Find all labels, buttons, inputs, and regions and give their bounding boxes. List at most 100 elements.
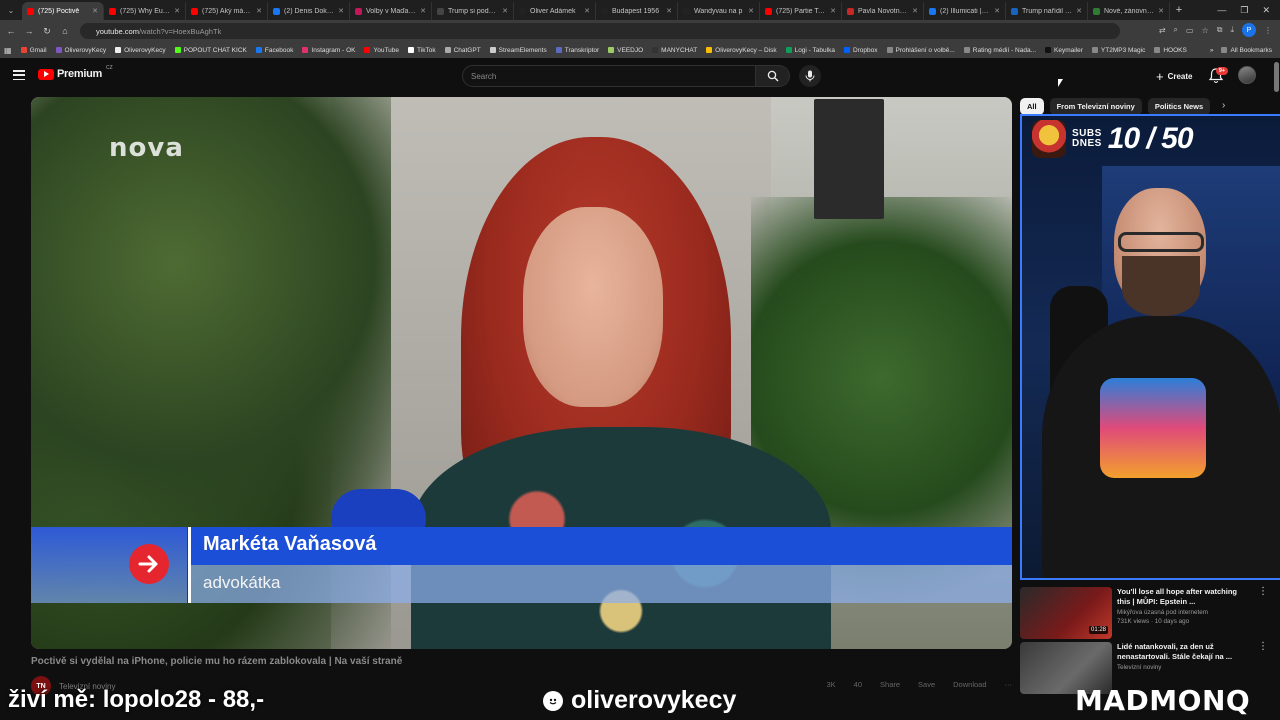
recommendation-title[interactable]: Lidé natankovali, za den už nenastartova… [1117,642,1249,662]
tab-close-icon[interactable]: ✕ [338,7,344,15]
url-field[interactable]: youtube.com/watch?v=HoexBuAghTk [80,23,1120,39]
all-bookmarks-button[interactable]: All Bookmarks [1221,47,1272,54]
bookmark-item[interactable]: MANYCHAT [652,47,697,54]
bookmark-favicon-icon [963,47,970,53]
tab-title: Trump si podpor [448,7,499,15]
bookmark-item[interactable]: OliverovyKecy [115,47,166,54]
create-button[interactable]: + Create [1147,65,1202,87]
tab-close-icon[interactable]: ✕ [830,7,836,15]
search-button[interactable] [756,65,790,87]
bookmark-item[interactable]: Transkriptor [555,47,599,54]
more-options-icon[interactable]: ⋮ [1258,587,1268,597]
bookmark-item[interactable]: Dropbox [843,47,878,54]
bookmark-item[interactable]: TikTok [408,47,436,54]
tab-close-icon[interactable]: ✕ [584,7,590,15]
mascot-icon [1032,120,1066,158]
bookmark-item[interactable]: HOOKS [1154,47,1187,54]
tab-close-icon[interactable]: ✕ [92,7,98,15]
bookmark-favicon-icon [255,47,262,53]
bookmark-item[interactable]: Gmail [20,47,47,54]
bookmark-item[interactable]: YT2MP3 Magic [1091,47,1145,54]
browser-menu-icon[interactable]: ⋮ [1264,26,1272,35]
address-bar-icons: ⇄ ⌕ ▭ ☆ ⧉ ⤓ P ⋮ [1159,23,1272,37]
cast-icon[interactable]: ▭ [1186,26,1194,35]
video-player[interactable]: nova Markéta Vaňasová advokátka [31,97,1012,649]
recommendation-title[interactable]: You'll lose all hope after watching this… [1117,587,1249,607]
tab-close-icon[interactable]: ✕ [1158,7,1164,15]
apps-grid-icon[interactable]: ▦ [4,46,12,55]
zoom-icon[interactable]: ⌕ [1174,25,1178,35]
bookmark-label: POPOUT CHAT KICK [183,46,247,54]
bookmark-label: VEEDJO [617,46,644,54]
browser-tab[interactable]: (725) Why Europe ✕ [104,2,186,20]
tab-close-icon[interactable]: ✕ [256,7,262,15]
bookmark-item[interactable]: YouTube [364,47,399,54]
bookmark-favicon-icon [302,47,309,53]
tab-search-icon[interactable]: ⌄ [0,0,22,20]
browser-tab[interactable]: (2) Denis Doksan ✕ [268,2,350,20]
bookmark-favicon-icon [706,47,713,53]
browser-tab[interactable]: (725) Partie Terez ✕ [760,2,842,20]
recommendation-channel[interactable]: Televizní noviny [1117,664,1161,671]
voice-search-button[interactable] [799,65,821,87]
chips-next-icon[interactable]: › [1222,100,1225,111]
page-scrollbar[interactable] [1274,62,1279,92]
filter-chip[interactable]: All [1020,98,1044,115]
recommendation-item[interactable]: 01:28 You'll lose all hope after watchin… [1020,587,1268,639]
bookmark-item[interactable]: Instagram - OK [302,47,355,54]
bookmark-item[interactable]: VEEDJO [608,47,643,54]
tab-close-icon[interactable]: ✕ [994,7,1000,15]
bookmark-item[interactable]: Prohlášení o volbě... [886,47,955,54]
tab-close-icon[interactable]: ✕ [748,7,754,15]
close-window-icon[interactable]: ✕ [1262,5,1270,16]
browser-tab[interactable]: Wandyvau na p ✕ [678,2,760,20]
browser-tab[interactable]: (725) Aký má ST ✕ [186,2,268,20]
bookmark-item[interactable]: OliverovyKecy [55,47,106,54]
recommendation-channel[interactable]: Mikýřova úzasná pod internetem [1117,609,1208,616]
browser-tab[interactable]: Nové, zánovní a ✕ [1088,2,1170,20]
filter-chip[interactable]: Politics News [1147,98,1211,115]
browser-tab[interactable]: Budapest 1956 ✕ [596,2,678,20]
browser-tab[interactable]: Oliver Adámek ✕ [514,2,596,20]
browser-tab[interactable]: Trump si podpor ✕ [432,2,514,20]
bookmark-item[interactable]: ChatGPT [444,47,481,54]
bookmark-item[interactable]: Rating médií - Nada... [963,47,1036,54]
reload-icon[interactable]: ↻ [38,26,56,37]
back-icon[interactable]: ← [2,26,20,36]
more-bookmarks-icon[interactable]: » [1210,47,1214,54]
tab-close-icon[interactable]: ✕ [912,7,918,15]
search-input[interactable]: Search [462,65,756,87]
browser-tab[interactable]: (725) Poctivě ✕ [22,2,104,20]
tab-close-icon[interactable]: ✕ [1076,7,1082,15]
browser-tab[interactable]: Pavla Novotného ✕ [842,2,924,20]
youtube-premium-logo[interactable]: Premium CZ [38,65,113,80]
account-avatar[interactable] [1238,66,1256,84]
maximize-icon[interactable]: ❐ [1240,5,1248,16]
bookmark-item[interactable]: StreamElements [489,47,547,54]
bookmark-item[interactable]: OliverovyKecy – Disk [706,47,777,54]
filter-chip[interactable]: From Televizní noviny [1049,98,1142,115]
browser-tab[interactable]: (2) Illumicati | Fa ✕ [924,2,1006,20]
home-icon[interactable]: ⌂ [56,26,74,36]
tab-close-icon[interactable]: ✕ [666,7,672,15]
more-options-icon[interactable]: ⋮ [1258,642,1268,652]
bookmark-item[interactable]: Logi - Tabulka [785,47,835,54]
forward-icon[interactable]: → [20,26,38,36]
tab-close-icon[interactable]: ✕ [502,7,508,15]
profile-avatar[interactable]: P [1242,23,1256,37]
new-tab-button[interactable]: + [1170,4,1188,16]
downloads-icon[interactable]: ⤓ [1230,25,1234,35]
minimize-icon[interactable]: — [1217,5,1226,15]
bookmark-item[interactable]: Keymailer [1045,47,1083,54]
bookmark-item[interactable]: Facebook [255,47,293,54]
browser-tab[interactable]: Volby v Maďarsk ✕ [350,2,432,20]
browser-tab[interactable]: Trump nařídil ná ✕ [1006,2,1088,20]
translate-icon[interactable]: ⇄ [1159,26,1166,35]
tab-title: (725) Partie Terez [776,7,827,15]
bookmark-star-icon[interactable]: ☆ [1202,26,1209,35]
tab-close-icon[interactable]: ✕ [174,7,180,15]
extensions-icon[interactable]: ⧉ [1217,25,1223,35]
tab-close-icon[interactable]: ✕ [420,7,426,15]
bookmark-item[interactable]: POPOUT CHAT KICK [174,46,247,54]
guide-menu-icon[interactable] [13,70,25,80]
